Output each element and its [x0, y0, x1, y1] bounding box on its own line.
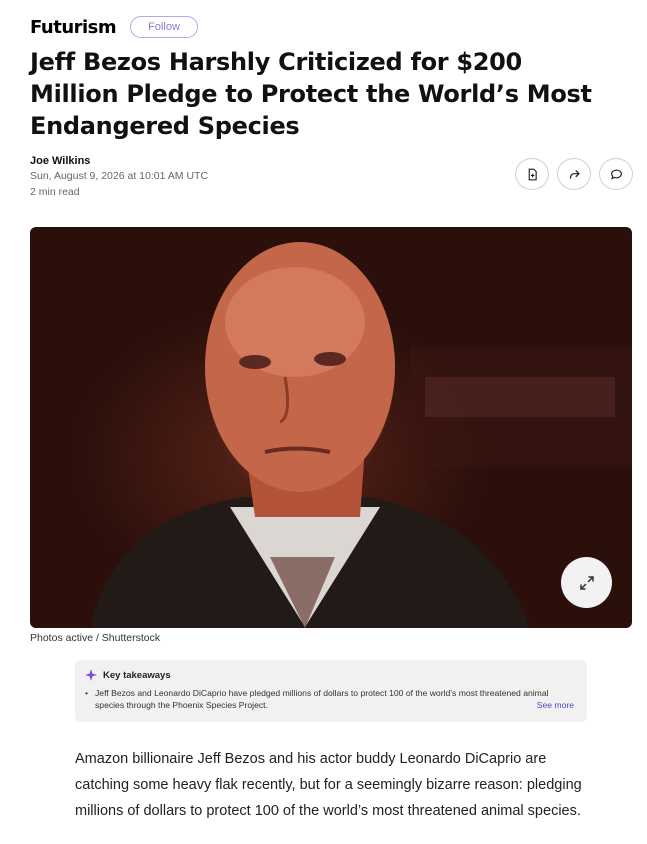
publish-date: Sun, August 9, 2026 at 10:01 AM UTC: [30, 170, 209, 182]
save-icon: [528, 168, 537, 180]
publisher-header: Futurism Follow: [30, 16, 198, 38]
save-button[interactable]: [515, 158, 549, 190]
author-name[interactable]: Joe Wilkins: [30, 154, 208, 168]
publisher-logo[interactable]: Futurism: [30, 17, 117, 38]
takeaway-text: Jeff Bezos and Leonardo DiCaprio have pl…: [95, 688, 549, 710]
takeaways-title: Key takeaways: [103, 669, 171, 681]
expand-icon: [579, 575, 594, 590]
takeaways-header: Key takeaways: [85, 669, 577, 681]
read-time: 2 min read: [30, 186, 80, 198]
comment-icon: [610, 168, 622, 180]
key-takeaways: Key takeaways • Jeff Bezos and Leonardo …: [75, 660, 587, 722]
ai-sparkle-icon: [85, 669, 97, 681]
expand-image-button[interactable]: [561, 557, 612, 608]
portrait-illustration: [90, 242, 632, 628]
follow-button[interactable]: Follow: [130, 16, 198, 38]
see-more-link[interactable]: See more: [537, 700, 574, 710]
comment-button[interactable]: [599, 158, 633, 190]
article-headline: Jeff Bezos Harshly Criticized for $200 M…: [30, 48, 592, 140]
hero-image[interactable]: [30, 227, 632, 628]
byline: Joe Wilkins Sun, August 9, 2026 at 10:01…: [30, 154, 208, 200]
article-actions: [515, 158, 633, 190]
share-icon: [569, 169, 580, 179]
bullet: •: [85, 688, 89, 698]
share-button[interactable]: [557, 158, 591, 190]
article-paragraph: Amazon billionaire Jeff Bezos and his ac…: [75, 751, 582, 819]
image-caption: Photos active / Shutterstock: [30, 632, 161, 644]
takeaway-item: • Jeff Bezos and Leonardo DiCaprio have …: [85, 687, 555, 711]
